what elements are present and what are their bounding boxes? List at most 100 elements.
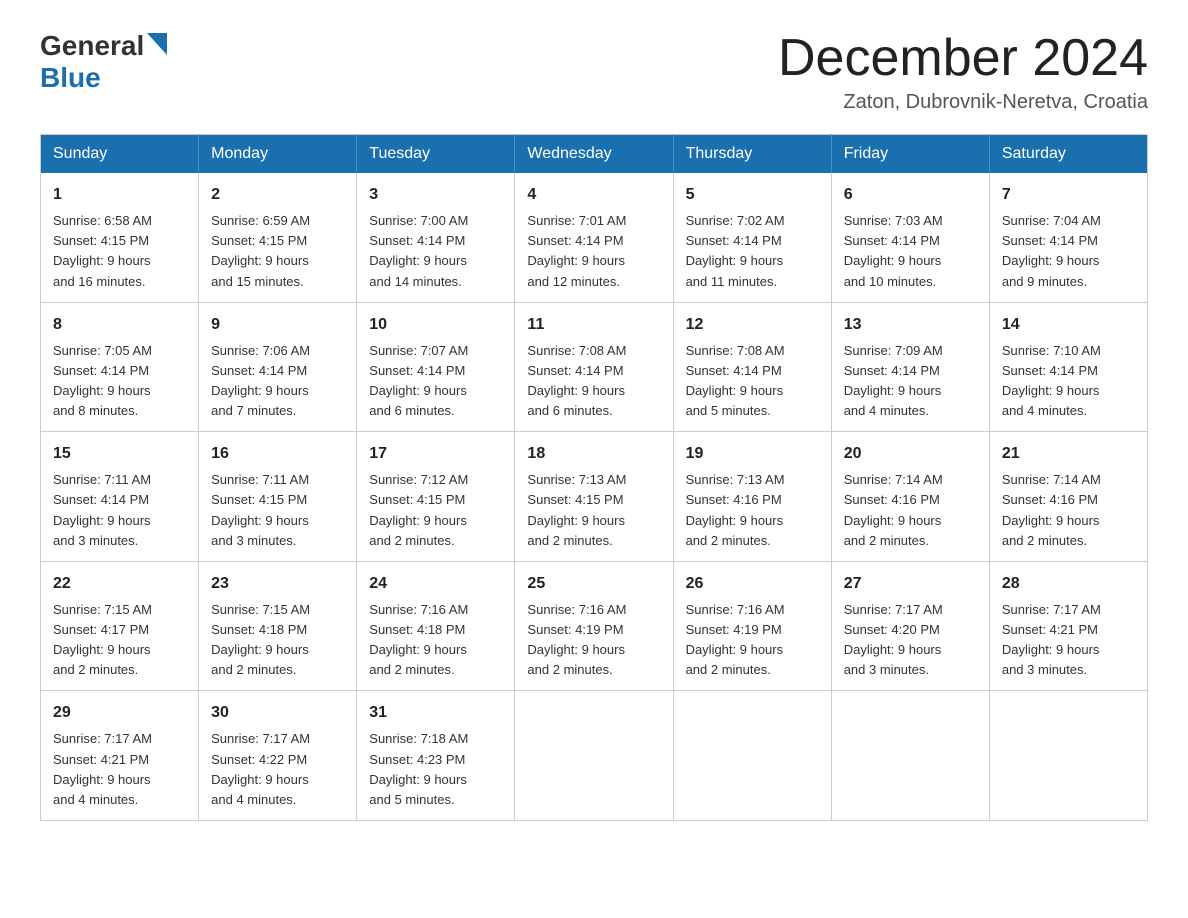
day-number: 12 [686, 313, 819, 337]
calendar-cell: 31 Sunrise: 7:18 AM Sunset: 4:23 PM Dayl… [357, 691, 515, 821]
calendar-cell: 12 Sunrise: 7:08 AM Sunset: 4:14 PM Dayl… [673, 302, 831, 432]
day-info: Sunrise: 7:13 AM Sunset: 4:16 PM Dayligh… [686, 470, 819, 551]
calendar-cell: 1 Sunrise: 6:58 AM Sunset: 4:15 PM Dayli… [41, 173, 199, 302]
day-number: 28 [1002, 572, 1135, 596]
day-info: Sunrise: 7:16 AM Sunset: 4:19 PM Dayligh… [686, 600, 819, 681]
calendar-subtitle: Zaton, Dubrovnik-Neretva, Croatia [778, 91, 1148, 114]
day-info: Sunrise: 7:17 AM Sunset: 4:20 PM Dayligh… [844, 600, 977, 681]
calendar-cell: 16 Sunrise: 7:11 AM Sunset: 4:15 PM Dayl… [199, 432, 357, 562]
day-info: Sunrise: 7:14 AM Sunset: 4:16 PM Dayligh… [844, 470, 977, 551]
day-number: 16 [211, 442, 344, 466]
day-number: 21 [1002, 442, 1135, 466]
day-info: Sunrise: 7:16 AM Sunset: 4:18 PM Dayligh… [369, 600, 502, 681]
day-info: Sunrise: 7:12 AM Sunset: 4:15 PM Dayligh… [369, 470, 502, 551]
logo: General Blue [40, 30, 167, 94]
calendar-cell [515, 691, 673, 821]
day-number: 4 [527, 183, 660, 207]
calendar-cell: 22 Sunrise: 7:15 AM Sunset: 4:17 PM Dayl… [41, 561, 199, 691]
header-sunday: Sunday [41, 135, 199, 174]
day-info: Sunrise: 7:17 AM Sunset: 4:21 PM Dayligh… [53, 729, 186, 810]
day-number: 9 [211, 313, 344, 337]
calendar-cell: 28 Sunrise: 7:17 AM Sunset: 4:21 PM Dayl… [989, 561, 1147, 691]
calendar-cell: 21 Sunrise: 7:14 AM Sunset: 4:16 PM Dayl… [989, 432, 1147, 562]
day-info: Sunrise: 7:09 AM Sunset: 4:14 PM Dayligh… [844, 341, 977, 422]
calendar-cell: 7 Sunrise: 7:04 AM Sunset: 4:14 PM Dayli… [989, 173, 1147, 302]
day-info: Sunrise: 7:07 AM Sunset: 4:14 PM Dayligh… [369, 341, 502, 422]
day-number: 18 [527, 442, 660, 466]
day-number: 7 [1002, 183, 1135, 207]
day-number: 20 [844, 442, 977, 466]
day-number: 3 [369, 183, 502, 207]
day-number: 19 [686, 442, 819, 466]
day-number: 30 [211, 701, 344, 725]
calendar-cell: 23 Sunrise: 7:15 AM Sunset: 4:18 PM Dayl… [199, 561, 357, 691]
calendar-week-row: 29 Sunrise: 7:17 AM Sunset: 4:21 PM Dayl… [41, 691, 1148, 821]
day-info: Sunrise: 7:00 AM Sunset: 4:14 PM Dayligh… [369, 211, 502, 292]
day-number: 25 [527, 572, 660, 596]
calendar-cell: 2 Sunrise: 6:59 AM Sunset: 4:15 PM Dayli… [199, 173, 357, 302]
day-info: Sunrise: 6:58 AM Sunset: 4:15 PM Dayligh… [53, 211, 186, 292]
day-number: 14 [1002, 313, 1135, 337]
day-number: 11 [527, 313, 660, 337]
day-info: Sunrise: 7:15 AM Sunset: 4:18 PM Dayligh… [211, 600, 344, 681]
day-info: Sunrise: 7:11 AM Sunset: 4:15 PM Dayligh… [211, 470, 344, 551]
day-info: Sunrise: 7:11 AM Sunset: 4:14 PM Dayligh… [53, 470, 186, 551]
day-number: 24 [369, 572, 502, 596]
day-info: Sunrise: 7:14 AM Sunset: 4:16 PM Dayligh… [1002, 470, 1135, 551]
day-number: 22 [53, 572, 186, 596]
calendar-week-row: 1 Sunrise: 6:58 AM Sunset: 4:15 PM Dayli… [41, 173, 1148, 302]
day-number: 27 [844, 572, 977, 596]
day-info: Sunrise: 7:01 AM Sunset: 4:14 PM Dayligh… [527, 211, 660, 292]
calendar-week-row: 8 Sunrise: 7:05 AM Sunset: 4:14 PM Dayli… [41, 302, 1148, 432]
calendar-cell [989, 691, 1147, 821]
day-info: Sunrise: 7:03 AM Sunset: 4:14 PM Dayligh… [844, 211, 977, 292]
day-number: 31 [369, 701, 502, 725]
day-info: Sunrise: 7:05 AM Sunset: 4:14 PM Dayligh… [53, 341, 186, 422]
header-wednesday: Wednesday [515, 135, 673, 174]
day-number: 2 [211, 183, 344, 207]
calendar-cell [831, 691, 989, 821]
calendar-cell: 4 Sunrise: 7:01 AM Sunset: 4:14 PM Dayli… [515, 173, 673, 302]
day-number: 23 [211, 572, 344, 596]
calendar-cell: 26 Sunrise: 7:16 AM Sunset: 4:19 PM Dayl… [673, 561, 831, 691]
header-tuesday: Tuesday [357, 135, 515, 174]
calendar-cell: 19 Sunrise: 7:13 AM Sunset: 4:16 PM Dayl… [673, 432, 831, 562]
calendar-cell: 17 Sunrise: 7:12 AM Sunset: 4:15 PM Dayl… [357, 432, 515, 562]
calendar-cell: 3 Sunrise: 7:00 AM Sunset: 4:14 PM Dayli… [357, 173, 515, 302]
day-number: 17 [369, 442, 502, 466]
day-info: Sunrise: 7:18 AM Sunset: 4:23 PM Dayligh… [369, 729, 502, 810]
calendar-cell: 25 Sunrise: 7:16 AM Sunset: 4:19 PM Dayl… [515, 561, 673, 691]
day-info: Sunrise: 6:59 AM Sunset: 4:15 PM Dayligh… [211, 211, 344, 292]
calendar-week-row: 22 Sunrise: 7:15 AM Sunset: 4:17 PM Dayl… [41, 561, 1148, 691]
day-info: Sunrise: 7:08 AM Sunset: 4:14 PM Dayligh… [527, 341, 660, 422]
calendar-cell: 5 Sunrise: 7:02 AM Sunset: 4:14 PM Dayli… [673, 173, 831, 302]
day-number: 26 [686, 572, 819, 596]
calendar-header-row: SundayMondayTuesdayWednesdayThursdayFrid… [41, 135, 1148, 174]
calendar-table: SundayMondayTuesdayWednesdayThursdayFrid… [40, 134, 1148, 821]
calendar-cell: 18 Sunrise: 7:13 AM Sunset: 4:15 PM Dayl… [515, 432, 673, 562]
day-info: Sunrise: 7:15 AM Sunset: 4:17 PM Dayligh… [53, 600, 186, 681]
day-number: 5 [686, 183, 819, 207]
calendar-cell: 9 Sunrise: 7:06 AM Sunset: 4:14 PM Dayli… [199, 302, 357, 432]
calendar-cell: 6 Sunrise: 7:03 AM Sunset: 4:14 PM Dayli… [831, 173, 989, 302]
day-info: Sunrise: 7:13 AM Sunset: 4:15 PM Dayligh… [527, 470, 660, 551]
logo-chevron-icon [147, 33, 167, 60]
day-info: Sunrise: 7:17 AM Sunset: 4:22 PM Dayligh… [211, 729, 344, 810]
title-block: December 2024 Zaton, Dubrovnik-Neretva, … [778, 30, 1148, 114]
header-monday: Monday [199, 135, 357, 174]
day-number: 8 [53, 313, 186, 337]
day-info: Sunrise: 7:08 AM Sunset: 4:14 PM Dayligh… [686, 341, 819, 422]
calendar-cell [673, 691, 831, 821]
calendar-cell: 24 Sunrise: 7:16 AM Sunset: 4:18 PM Dayl… [357, 561, 515, 691]
calendar-week-row: 15 Sunrise: 7:11 AM Sunset: 4:14 PM Dayl… [41, 432, 1148, 562]
calendar-cell: 27 Sunrise: 7:17 AM Sunset: 4:20 PM Dayl… [831, 561, 989, 691]
header-friday: Friday [831, 135, 989, 174]
calendar-cell: 15 Sunrise: 7:11 AM Sunset: 4:14 PM Dayl… [41, 432, 199, 562]
day-info: Sunrise: 7:17 AM Sunset: 4:21 PM Dayligh… [1002, 600, 1135, 681]
day-info: Sunrise: 7:16 AM Sunset: 4:19 PM Dayligh… [527, 600, 660, 681]
day-number: 1 [53, 183, 186, 207]
calendar-cell: 20 Sunrise: 7:14 AM Sunset: 4:16 PM Dayl… [831, 432, 989, 562]
day-info: Sunrise: 7:06 AM Sunset: 4:14 PM Dayligh… [211, 341, 344, 422]
calendar-cell: 29 Sunrise: 7:17 AM Sunset: 4:21 PM Dayl… [41, 691, 199, 821]
calendar-cell: 11 Sunrise: 7:08 AM Sunset: 4:14 PM Dayl… [515, 302, 673, 432]
